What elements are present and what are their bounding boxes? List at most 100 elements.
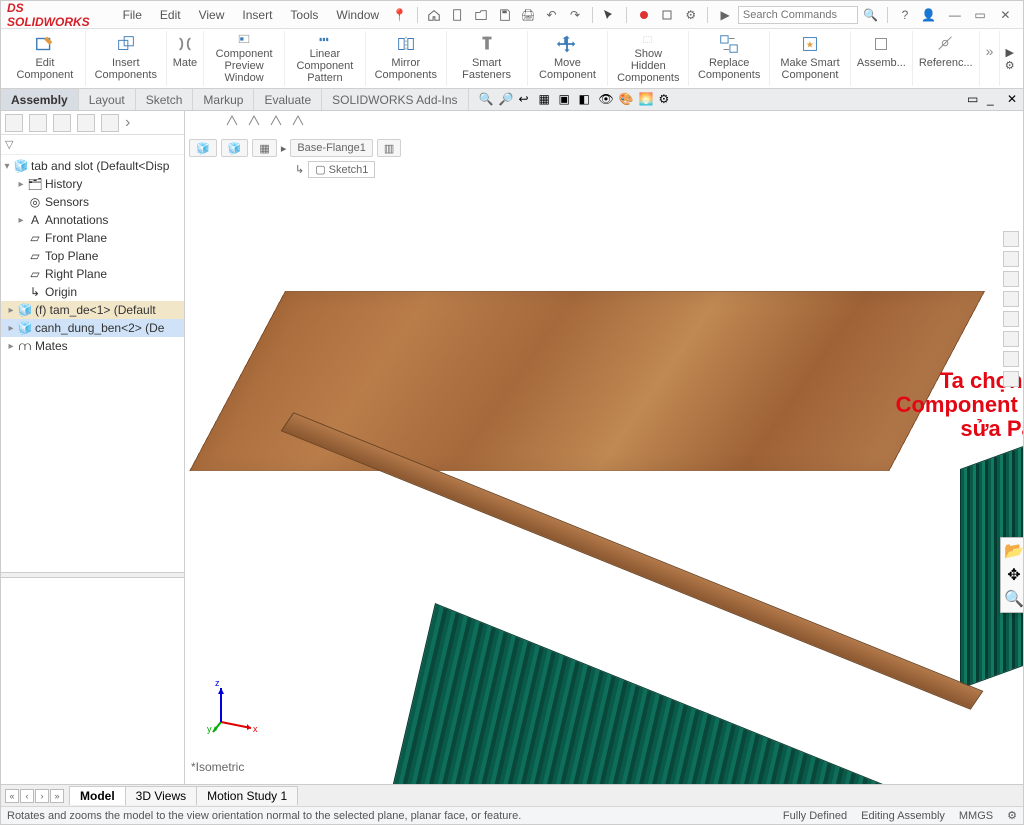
bottom-tab-model[interactable]: Model [69, 786, 126, 805]
rebuild-icon[interactable] [659, 6, 676, 24]
breadcrumb-body-icon[interactable]: ▦ [252, 139, 276, 157]
taskpane-forum-icon[interactable] [1003, 371, 1019, 387]
breadcrumb-end-icon[interactable]: ▥ [377, 139, 401, 157]
prev-view-icon[interactable]: ↩ [519, 92, 535, 108]
search-icon[interactable]: 🔍 [862, 6, 879, 24]
edit-appearance-icon[interactable]: 🎨 [619, 92, 635, 108]
tree-item-front-plane[interactable]: ▱ Front Plane [1, 229, 184, 247]
rib-smart-fasteners[interactable]: Smart Fasteners [447, 31, 528, 86]
taskpane-view-palette-icon[interactable] [1003, 311, 1019, 327]
dimxpert-tab-icon[interactable] [77, 114, 95, 132]
gear-icon[interactable]: ⚙ [1005, 59, 1015, 72]
tree-item-annotations[interactable]: ▸A Annotations [1, 211, 184, 229]
apply-scene-icon[interactable]: 🌅 [639, 92, 655, 108]
feature-tree-tab-icon[interactable] [5, 114, 23, 132]
breadcrumb-part-icon[interactable]: 🧊 [221, 139, 249, 157]
help-icon[interactable]: ? [896, 6, 913, 24]
play-icon[interactable]: ▶ [1006, 46, 1014, 59]
display-style-icon[interactable]: ◧ [579, 92, 595, 108]
bc-tool-icon[interactable] [225, 113, 241, 129]
bc-tool-icon[interactable] [291, 113, 307, 129]
search-input[interactable] [738, 6, 858, 24]
tree-filter[interactable]: ▽ [1, 135, 184, 155]
print-icon[interactable]: 🖨 [519, 6, 536, 24]
tab-addins[interactable]: SOLIDWORKS Add-Ins [322, 89, 468, 110]
zoom-area-icon[interactable]: 🔎 [499, 92, 515, 108]
tree-item-right-plane[interactable]: ▱ Right Plane [1, 265, 184, 283]
rib-edit-component[interactable]: Edit Component [5, 31, 86, 86]
taskpane-design-library-icon[interactable] [1003, 271, 1019, 287]
rib-linear-pattern[interactable]: Linear Component Pattern [285, 31, 366, 86]
home-icon[interactable] [426, 6, 443, 24]
rib-insert-components[interactable]: Insert Components [86, 31, 167, 86]
ctx-open-part-icon[interactable]: 📂 [1005, 542, 1023, 560]
open-icon[interactable] [472, 6, 489, 24]
doc-min-icon[interactable]: _ [987, 92, 1003, 108]
tab-nav-next-icon[interactable]: › [35, 789, 49, 803]
rib-mate[interactable]: Mate [167, 31, 204, 86]
select-icon[interactable] [601, 6, 618, 24]
model-face-front[interactable] [388, 603, 965, 784]
section-view-icon[interactable]: ▦ [539, 92, 555, 108]
tree-item-sensors[interactable]: ◎ Sensors [1, 193, 184, 211]
taskpane-custom-props-icon[interactable] [1003, 351, 1019, 367]
taskpane-resources-icon[interactable] [1003, 251, 1019, 267]
bottom-tab-3dviews[interactable]: 3D Views [125, 786, 197, 805]
view-settings-icon[interactable]: ⚙ [659, 92, 675, 108]
tree-item-part2[interactable]: ▸🧊 canh_dung_ben<2> (De [1, 319, 184, 337]
rib-mirror-components[interactable]: Mirror Components [366, 31, 447, 86]
view-orientation-icon[interactable]: ▣ [559, 92, 575, 108]
orientation-triad[interactable]: x y z [203, 674, 263, 734]
undo-icon[interactable]: ↶ [543, 6, 560, 24]
tab-evaluate[interactable]: Evaluate [254, 89, 322, 110]
status-customize-icon[interactable]: ⚙ [1007, 809, 1017, 822]
play-macro-icon[interactable]: ▶ [716, 6, 733, 24]
zoom-fit-icon[interactable]: 🔍 [479, 92, 495, 108]
hide-show-icon[interactable]: 👁 [599, 92, 615, 108]
graphics-area[interactable]: 🧊 🧊 ▦ ▸ Base-Flange1 ▥ ↳ ▢ Sketch1 Ta ch… [185, 111, 1023, 784]
status-units[interactable]: MMGS [959, 810, 993, 822]
tab-nav-prev-icon[interactable]: ‹ [20, 789, 34, 803]
user-icon[interactable]: 👤 [920, 6, 937, 24]
minimize-button[interactable]: — [943, 5, 966, 25]
rib-show-hidden[interactable]: Show Hidden Components [608, 31, 689, 86]
tab-markup[interactable]: Markup [193, 89, 254, 110]
rib-reference-geometry[interactable]: Referenc... [913, 31, 980, 86]
taskpane-appearances-icon[interactable] [1003, 331, 1019, 347]
tree-item-part1[interactable]: ▸🧊 (f) tam_de<1> (Default [1, 301, 184, 319]
ctx-zoom-to-icon[interactable]: 🔍 [1005, 590, 1023, 608]
display-manager-tab-icon[interactable] [101, 114, 119, 132]
bc-tool-icon[interactable] [269, 113, 285, 129]
new-icon[interactable] [449, 6, 466, 24]
menu-edit[interactable]: Edit [152, 6, 189, 24]
breadcrumb-feature[interactable]: Base-Flange1 [290, 139, 373, 157]
rib-move-component[interactable]: Move Component [528, 31, 609, 86]
tab-sketch[interactable]: Sketch [136, 89, 194, 110]
options-icon[interactable]: ⚙ [682, 6, 699, 24]
tab-assembly[interactable]: Assembly [1, 89, 79, 110]
tab-nav-first-icon[interactable]: « [5, 789, 19, 803]
tree-item-top-plane[interactable]: ▱ Top Plane [1, 247, 184, 265]
bc-tool-icon[interactable] [247, 113, 263, 129]
rib-assembly-features[interactable]: Assemb... [851, 31, 913, 86]
pin-icon[interactable]: 📍 [391, 6, 408, 24]
save-icon[interactable] [496, 6, 513, 24]
property-manager-tab-icon[interactable] [29, 114, 47, 132]
tree-item-origin[interactable]: ↳ Origin [1, 283, 184, 301]
menu-view[interactable]: View [191, 6, 233, 24]
maximize-button[interactable]: ▭ [968, 5, 991, 25]
panel-overflow-icon[interactable]: › [125, 114, 130, 132]
tab-nav-last-icon[interactable]: » [50, 789, 64, 803]
breadcrumb-sketch[interactable]: ▢ Sketch1 [308, 161, 375, 178]
tab-layout[interactable]: Layout [79, 89, 136, 110]
doc-close-icon[interactable]: ✕ [1007, 92, 1023, 108]
rib-component-preview[interactable]: Component Preview Window [204, 31, 285, 86]
menu-file[interactable]: File [115, 6, 150, 24]
rib-replace-components[interactable]: Replace Components [689, 31, 770, 86]
tree-item-history[interactable]: ▸🗂 History [1, 175, 184, 193]
rib-make-smart[interactable]: ★ Make Smart Component [770, 31, 851, 86]
tree-item-mates[interactable]: ▸⩋ Mates [1, 337, 184, 355]
menu-window[interactable]: Window [328, 6, 387, 24]
doc-restore-icon[interactable]: ▭ [967, 92, 983, 108]
record-icon[interactable] [635, 6, 652, 24]
